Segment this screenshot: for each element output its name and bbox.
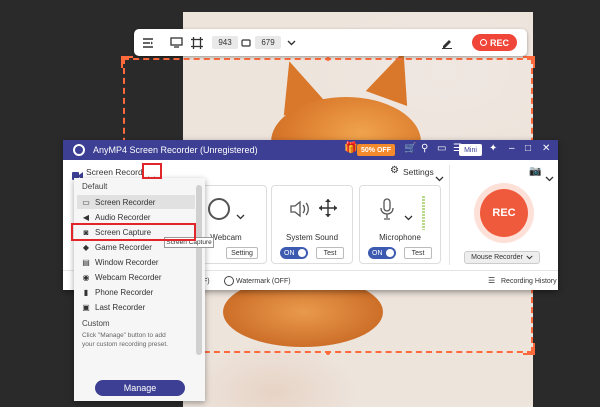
watermark-label[interactable]: Watermark (OFF) (236, 278, 291, 285)
dropdown-item-label: Last Recorder (95, 302, 146, 312)
mic-level-meter (422, 196, 425, 230)
selection-corner-top-right[interactable] (523, 56, 535, 68)
mouse-recorder-dropdown[interactable]: Mouse Recorder (464, 251, 540, 264)
mode-dropdown-menu: Default ▭ Screen Recorder ◀ Audio Record… (74, 178, 205, 401)
mouse-recorder-label: Mouse Recorder (471, 254, 523, 261)
pen-edit-icon[interactable] (439, 29, 455, 56)
selection-corner-bottom-right[interactable] (523, 343, 535, 355)
cart-icon[interactable]: 🛒 (404, 143, 416, 154)
gift-icon[interactable]: 🎁 (344, 141, 358, 154)
dropdown-item-label: Audio Recorder (95, 212, 151, 222)
capture-toolbar: 943 679 REC (134, 29, 527, 56)
mini-mode-button[interactable]: Mini (459, 144, 482, 156)
key-icon[interactable]: ⚲ (421, 143, 428, 154)
microphone-test-button[interactable]: Test (404, 247, 432, 259)
webcam-setting-button[interactable]: Setting (226, 247, 258, 259)
dropdown-scrollbar[interactable] (196, 185, 202, 355)
dropdown-item-window-recorder[interactable]: ▤ Window Recorder (77, 255, 195, 269)
custom-hint-line-2: your custom recording preset. (82, 341, 168, 348)
custom-hint-line-1: Click "Manage" button to add (82, 332, 166, 339)
settings-gear-icon[interactable]: ⚙ (390, 165, 399, 176)
crop-region-icon[interactable] (189, 29, 205, 56)
highlight-box-dropdown-chevron (142, 163, 162, 179)
window-title: AnyMP4 Screen Recorder (Unregistered) (93, 145, 258, 155)
watermark-icon[interactable] (224, 276, 234, 286)
custom-section-header: Custom (82, 319, 110, 328)
default-section-header: Default (82, 182, 108, 191)
minimize-icon[interactable]: – (509, 143, 515, 154)
main-rec-button[interactable]: REC (480, 189, 528, 237)
close-icon[interactable]: ✕ (542, 143, 550, 154)
toolbar-rec-label: REC (489, 37, 509, 48)
divider (449, 165, 450, 265)
dropdown-item-label: Screen Recorder (95, 197, 156, 207)
chevron-down-icon[interactable] (284, 29, 298, 56)
dropdown-item-label: Window Recorder (95, 257, 159, 267)
fullscreen-icon[interactable] (168, 29, 184, 56)
history-icon[interactable]: ☰ (488, 276, 495, 285)
link-icon[interactable] (239, 29, 253, 56)
system-sound-label: System Sound (285, 233, 339, 242)
dropdown-item-label: Webcam Recorder (95, 272, 162, 282)
dropdown-item-webcam-recorder[interactable]: ◉ Webcam Recorder (77, 270, 195, 284)
dropdown-item-label: Phone Recorder (95, 287, 154, 297)
mode-selector-label[interactable]: Screen Recorder (86, 167, 142, 177)
microphone-label: Microphone (379, 233, 421, 242)
system-sound-card: System Sound ON Test (271, 185, 353, 264)
manage-button[interactable]: Manage (95, 380, 185, 396)
gamepad-icon: ◆ (82, 242, 90, 252)
webcam-chevron-icon[interactable] (236, 207, 245, 225)
width-input[interactable]: 943 (212, 36, 238, 49)
app-logo-icon (73, 144, 85, 156)
toggle-knob (386, 249, 394, 257)
dropdown-item-label: Game Recorder (95, 242, 152, 252)
dropdown-item-last-recorder[interactable]: ▣ Last Recorder (77, 300, 195, 314)
title-bar: AnyMP4 Screen Recorder (Unregistered) 🎁 … (63, 140, 558, 160)
record-ring-icon (479, 39, 487, 46)
system-sound-toggle[interactable]: ON (280, 247, 308, 259)
history-icon: ▣ (82, 302, 90, 312)
microphone-toggle[interactable]: ON (368, 247, 396, 259)
monitor-icon: ▭ (82, 197, 90, 207)
mouse-recorder-chevron-icon (526, 255, 533, 260)
height-input[interactable]: 679 (255, 36, 281, 49)
window-icon: ▤ (82, 257, 90, 267)
toolbar-rec-button[interactable]: REC (472, 34, 517, 51)
recording-history-label[interactable]: Recording History (501, 278, 557, 285)
desktop-background: 943 679 REC AnyMP4 Screen Recorder (Unre… (0, 0, 600, 407)
highlight-box-screen-capture (71, 223, 196, 241)
microphone-chevron-icon[interactable] (404, 208, 413, 226)
move-arrows-icon (318, 198, 338, 223)
chat-icon[interactable]: ▭ (437, 143, 446, 154)
settings-label[interactable]: Settings (403, 167, 434, 177)
toggle-knob (298, 249, 306, 257)
selection-handle-top[interactable] (326, 57, 330, 61)
selection-corner-top-left[interactable] (121, 56, 133, 68)
system-sound-test-button[interactable]: Test (316, 247, 344, 259)
dropdown-item-screen-recorder[interactable]: ▭ Screen Recorder (77, 195, 195, 209)
maximize-icon[interactable]: □ (525, 143, 531, 154)
dropdown-item-phone-recorder[interactable]: ▮ Phone Recorder (77, 285, 195, 299)
promo-badge[interactable]: 50% OFF (357, 144, 395, 156)
speaker-icon (289, 200, 311, 223)
microphone-toggle-label: ON (372, 249, 383, 257)
selection-handle-bottom[interactable] (326, 351, 330, 355)
pin-icon[interactable]: ✦ (489, 143, 497, 154)
microphone-icon (380, 198, 394, 225)
system-sound-toggle-label: ON (284, 249, 295, 257)
webcam-icon: ◉ (82, 272, 90, 282)
dropdown-item-audio-recorder[interactable]: ◀ Audio Recorder (77, 210, 195, 224)
speaker-icon: ◀ (82, 212, 90, 222)
webcam-icon (208, 198, 230, 220)
snapshot-chevron-icon[interactable] (545, 169, 554, 187)
phone-icon: ▮ (83, 287, 89, 297)
menu-icon[interactable] (140, 29, 156, 56)
camera-snapshot-icon[interactable]: 📷 (529, 166, 541, 177)
microphone-card: Microphone ON Test (359, 185, 441, 264)
